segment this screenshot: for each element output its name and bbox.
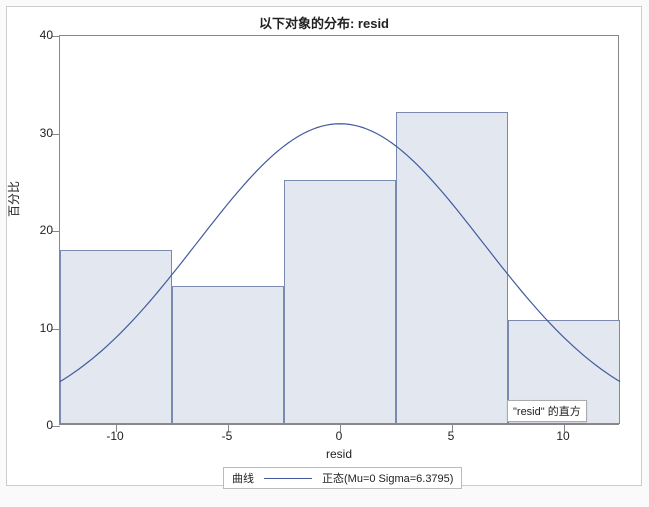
y-tick	[52, 426, 60, 427]
y-tick-label: 40	[23, 28, 53, 42]
y-tick-label: 20	[23, 223, 53, 237]
y-tick-label: 10	[23, 321, 53, 335]
y-axis-label: 百分比	[5, 181, 22, 217]
plot-wrap: resid 010203040-10-50510	[59, 35, 619, 425]
x-axis-label: resid	[59, 447, 619, 461]
y-tick	[52, 329, 60, 330]
x-tick-label: -10	[95, 429, 135, 443]
y-tick-label: 30	[23, 126, 53, 140]
chart-title: 以下对象的分布: resid	[7, 7, 641, 32]
legend-line-sample	[264, 478, 312, 479]
x-tick-label: -5	[207, 429, 247, 443]
y-tick-label: 0	[23, 418, 53, 432]
x-tick-label: 10	[543, 429, 583, 443]
y-tick	[52, 231, 60, 232]
legend-curve-label: 曲线	[232, 470, 254, 486]
chart-frame: 以下对象的分布: resid resid 010203040-10-50510 …	[6, 6, 642, 486]
legend-normal-label: 正态(Mu=0 Sigma=6.3795)	[322, 470, 453, 486]
normal-curve	[60, 36, 620, 426]
tooltip-text: "resid" 的直方	[513, 406, 581, 418]
page-background: 以下对象的分布: resid resid 010203040-10-50510 …	[0, 0, 649, 507]
plot-area	[59, 35, 619, 425]
y-tick	[52, 36, 60, 37]
legend: 曲线 正态(Mu=0 Sigma=6.3795)	[223, 467, 462, 489]
tooltip: "resid" 的直方	[507, 400, 587, 422]
y-tick	[52, 134, 60, 135]
x-tick-label: 5	[431, 429, 471, 443]
x-tick-label: 0	[319, 429, 359, 443]
